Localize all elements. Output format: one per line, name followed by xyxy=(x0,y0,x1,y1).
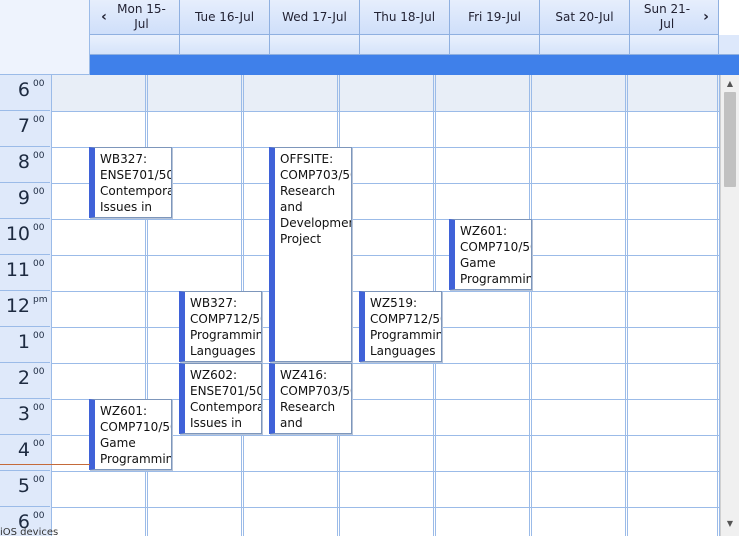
hour-minutes: 00 xyxy=(33,403,45,413)
scroll-down-icon[interactable]: ▼ xyxy=(721,518,739,530)
hour-label: 9 00 xyxy=(0,183,50,219)
hour-label: 3 00 xyxy=(0,399,50,435)
day-header-wed[interactable]: Wed 17-Jul xyxy=(270,0,360,35)
hour-gridline xyxy=(52,507,720,508)
all-day-cell[interactable] xyxy=(180,35,270,55)
hour-minutes: 00 xyxy=(33,367,45,377)
hour-number: 4 xyxy=(17,439,30,461)
hour-minutes: pm xyxy=(33,295,48,305)
hour-minutes: 00 xyxy=(33,79,45,89)
day-header-label: Sat 20-Jul xyxy=(555,9,614,24)
all-day-cell[interactable] xyxy=(450,35,540,55)
hour-number: 3 xyxy=(17,403,30,425)
hour-number: 12 xyxy=(5,295,30,317)
hour-number: 11 xyxy=(5,259,30,281)
scroll-up-icon[interactable]: ▲ xyxy=(721,78,739,90)
calendar-event[interactable]: WB327: ENSE701/50 Contemporary Issues in xyxy=(89,147,172,218)
day-header-mon[interactable]: ‹ Mon 15-Jul xyxy=(90,0,180,35)
hour-number: 6 xyxy=(17,79,30,101)
hour-label: 7 00 xyxy=(0,111,50,147)
all-day-cell[interactable] xyxy=(360,35,450,55)
hour-label: 11 00 xyxy=(0,255,50,291)
hour-number: 10 xyxy=(5,223,30,245)
hour-label: 4 00 xyxy=(0,435,50,471)
hour-minutes: 00 xyxy=(33,115,45,125)
scrollbar-thumb[interactable] xyxy=(724,92,736,187)
hour-minutes: 00 xyxy=(33,259,45,269)
hour-minutes: 00 xyxy=(33,151,45,161)
hour-minutes: 00 xyxy=(33,439,45,449)
calendar-event[interactable]: WZ601: COMP710/50 Game Programming xyxy=(89,399,172,470)
day-header-label: Thu 18-Jul xyxy=(373,9,436,24)
hour-number: 9 xyxy=(17,187,30,209)
calendar-event[interactable]: WZ602: ENSE701/50 Contemporary Issues in xyxy=(179,363,262,434)
hour-gridline xyxy=(52,363,720,364)
vertical-scrollbar[interactable]: ▲ ▼ xyxy=(720,75,739,536)
week-time-grid[interactable]: WB327: ENSE701/50 Contemporary Issues in… xyxy=(52,75,720,536)
hour-label: 2 00 xyxy=(0,363,50,399)
day-header-label: Fri 19-Jul xyxy=(468,9,521,24)
day-header-fri[interactable]: Fri 19-Jul xyxy=(450,0,540,35)
hour-number: 2 xyxy=(17,367,30,389)
time-gutter: 6 00 7 00 8 00 9 00 10 00 11 00 12 pm 1 00 2 00 3… xyxy=(0,75,52,536)
hour-label: 5 00 xyxy=(0,471,50,507)
hour-label: 1 00 xyxy=(0,327,50,363)
calendar-event[interactable]: WB327: COMP712/50 Programming Languages xyxy=(179,291,262,362)
all-day-cell[interactable] xyxy=(90,35,180,55)
hour-label: 10 00 xyxy=(0,219,50,255)
hour-gridline xyxy=(52,471,720,472)
chevron-right-icon[interactable]: › xyxy=(698,0,714,35)
hour-gridline xyxy=(52,111,720,112)
early-hour-shading xyxy=(52,75,720,111)
day-header-label: Tue 16-Jul xyxy=(194,9,255,24)
header-corner xyxy=(0,0,90,75)
hour-minutes: 00 xyxy=(33,187,45,197)
hour-gridline xyxy=(52,255,720,256)
hour-minutes: 00 xyxy=(33,331,45,341)
hour-label: 8 00 xyxy=(0,147,50,183)
hour-number: 1 xyxy=(17,331,30,353)
all-day-cell[interactable] xyxy=(270,35,360,55)
day-column-divider xyxy=(625,75,628,536)
calendar-event[interactable]: WZ519: COMP712/50 Programming Languages xyxy=(359,291,442,362)
chevron-left-icon[interactable]: ‹ xyxy=(96,0,112,35)
hour-label: 12 pm xyxy=(0,291,50,327)
hour-label: 6 00 xyxy=(0,75,50,111)
day-header-sun[interactable]: Sun 21-Jul › xyxy=(630,0,719,35)
hour-minutes: 00 xyxy=(33,475,45,485)
calendar-event[interactable]: WZ601: COMP710/50 Game Programming xyxy=(449,219,532,290)
calendar-event[interactable]: OFFSITE: COMP703/50 Research and Develop… xyxy=(269,147,352,362)
day-header-tue[interactable]: Tue 16-Jul xyxy=(180,0,270,35)
hour-number: 7 xyxy=(17,115,30,137)
day-header-label: Wed 17-Jul xyxy=(282,9,347,24)
day-header-thu[interactable]: Thu 18-Jul xyxy=(360,0,450,35)
hour-number: 5 xyxy=(17,475,30,497)
hour-number: 8 xyxy=(17,151,30,173)
hour-gridline xyxy=(52,219,720,220)
calendar-event[interactable]: WZ416: COMP703/50 Research and xyxy=(269,363,352,434)
day-column-divider xyxy=(529,75,532,536)
all-day-cell[interactable] xyxy=(630,35,719,55)
header-scroll-spacer xyxy=(719,35,739,55)
hour-minutes: 00 xyxy=(33,223,45,233)
day-header-sat[interactable]: Sat 20-Jul xyxy=(540,0,630,35)
all-day-cell[interactable] xyxy=(540,35,630,55)
header-separator-band xyxy=(90,55,739,75)
current-time-indicator xyxy=(0,464,90,465)
hour-minutes: 00 xyxy=(33,511,45,521)
footer-text: iOS devices xyxy=(0,527,59,536)
